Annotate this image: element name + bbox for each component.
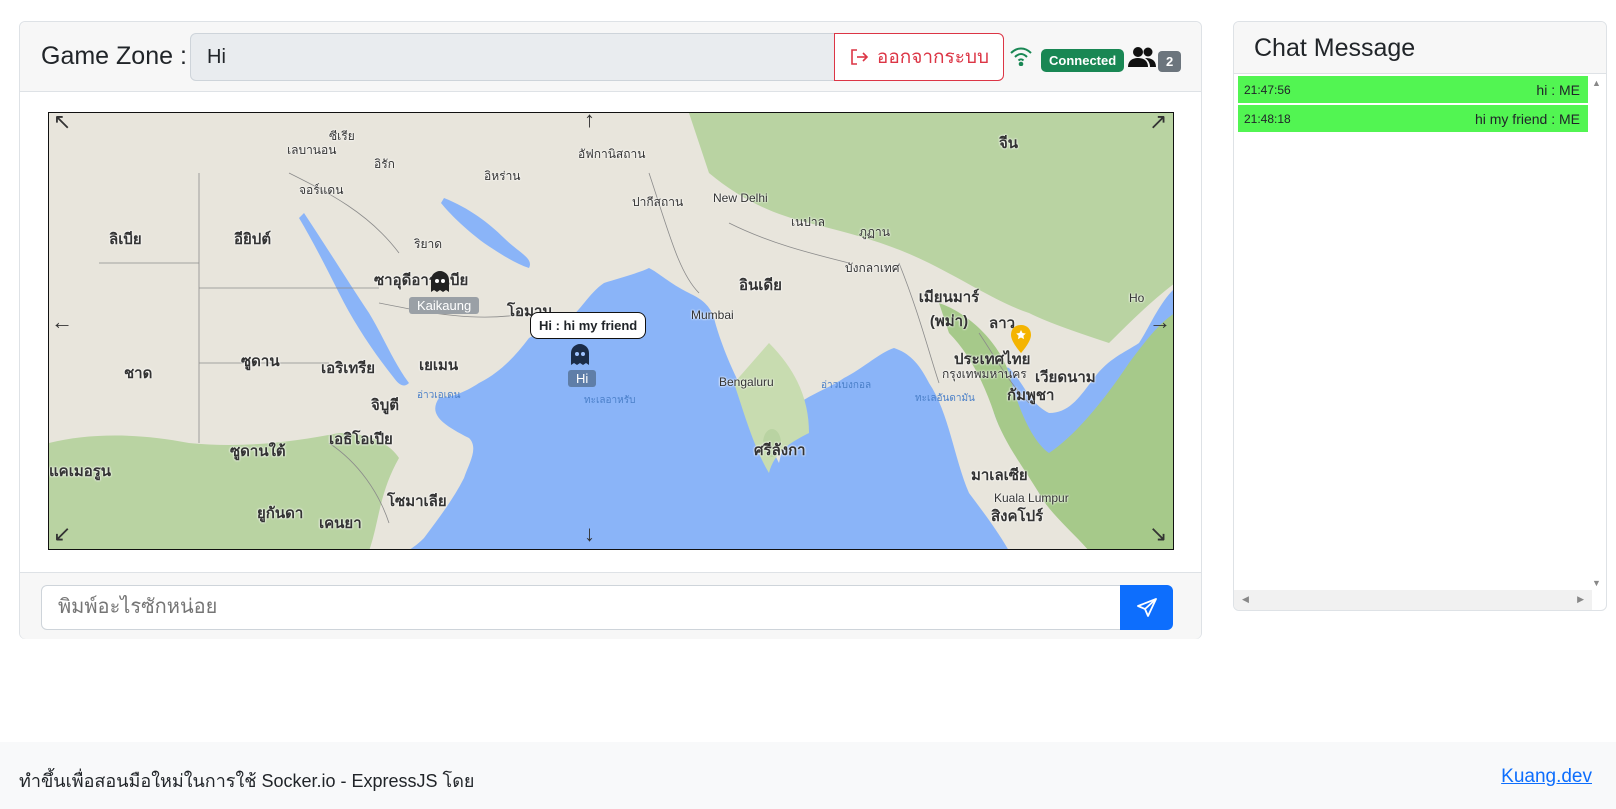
- page-footer: ทำขึ้นเพื่อสอนมือใหม่ในการใช้ Socker.io …: [0, 742, 1616, 809]
- map-label-bangladesh: บังกลาเทศ: [845, 261, 900, 275]
- wifi-icon: [1010, 47, 1032, 66]
- player-tag-self: Hi: [568, 370, 597, 387]
- user-count-badge: 2: [1158, 51, 1182, 72]
- game-card: Game Zone : Hi ออกจากระบบ Connected 2 ซี…: [19, 21, 1202, 639]
- chat-message: 21:48:18 hi my friend : ME: [1238, 105, 1592, 132]
- game-map[interactable]: ซีเรีย เลบานอน อิรัก อิหร่าน อัฟกานิสถาน…: [48, 112, 1174, 550]
- map-label-india: อินเดีย: [739, 277, 782, 294]
- vertical-scrollbar[interactable]: ▲ ▼: [1588, 74, 1606, 592]
- map-label-libya: ลิเบีย: [109, 231, 142, 248]
- map-label-iran: อิหร่าน: [484, 169, 521, 183]
- pan-northwest-arrow[interactable]: ↖: [53, 113, 71, 133]
- pan-southeast-arrow[interactable]: ↘: [1149, 523, 1167, 545]
- game-zone-label: Game Zone :: [41, 42, 187, 70]
- map-label-riyadh: ริยาด: [414, 237, 443, 251]
- pan-east-arrow[interactable]: →: [1149, 311, 1171, 333]
- map-label-djibouti: จิบูตี: [371, 397, 400, 414]
- map-label-new-delhi: New Delhi: [713, 191, 768, 205]
- chat-message-time: 21:47:56: [1244, 82, 1291, 97]
- author-link[interactable]: Kuang.dev: [1501, 766, 1592, 788]
- map-label-bhutan: ภูฏาน: [859, 225, 890, 239]
- scroll-up-arrow[interactable]: ▲: [1592, 78, 1601, 88]
- logout-label: ออกจากระบบ: [876, 47, 990, 68]
- pan-north-arrow[interactable]: ↑: [584, 113, 595, 131]
- map-label-gulf-aden: อ่าวเอเดน: [417, 390, 461, 401]
- footer-text: ทำขึ้นเพื่อสอนมือใหม่ในการใช้ Socker.io …: [19, 771, 475, 791]
- map-label-iraq: อิรัก: [374, 157, 395, 171]
- map-label-andaman: ทะเลอันดามัน: [915, 393, 975, 404]
- chat-message-text: hi : ME: [1536, 81, 1580, 98]
- map-label-cameroon: แคเมอรูน: [49, 463, 112, 480]
- map-label-bay-of-bengal: อ่าวเบงกอล: [821, 380, 872, 391]
- map-label-hong: Ho: [1129, 291, 1145, 305]
- horizontal-scrollbar[interactable]: ◀ ▶: [1234, 590, 1592, 610]
- map-label-jordan: จอร์แดน: [299, 183, 344, 197]
- place-pin-icon[interactable]: [1011, 325, 1031, 353]
- chat-message: 21:47:56 hi : ME: [1238, 76, 1592, 103]
- logout-button[interactable]: ออกจากระบบ: [834, 33, 1004, 81]
- map-label-malaysia: มาเลเซีย: [971, 467, 1028, 484]
- chat-title: Chat Message: [1234, 22, 1606, 74]
- map-label-eritrea: เอริเทรีย: [321, 360, 376, 377]
- map-label-chad: ชาด: [124, 365, 153, 382]
- status-badge: Connected: [1041, 49, 1125, 72]
- ghost-avatar-icon[interactable]: [568, 343, 592, 367]
- map-label-yemen: เยเมน: [419, 357, 459, 374]
- ghost-avatar-icon[interactable]: [428, 270, 452, 294]
- chat-message-time: 21:48:18: [1244, 111, 1291, 126]
- map-label-afghanistan: อัฟกานิสถาน: [578, 147, 646, 161]
- map-label-egypt: อียิปต์: [234, 231, 272, 248]
- game-header: Game Zone : Hi ออกจากระบบ Connected 2: [20, 22, 1201, 92]
- chat-panel: Chat Message 21:47:56 hi : ME 21:48:18 h…: [1233, 21, 1607, 611]
- pan-south-arrow[interactable]: ↓: [584, 523, 595, 545]
- pan-west-arrow[interactable]: ←: [51, 311, 73, 333]
- map-label-bengaluru: Bengaluru: [719, 375, 774, 389]
- map-label-arabian-sea: ทะเลอาหรับ: [584, 395, 636, 406]
- map-label-somalia: โซมาเลีย: [387, 493, 447, 510]
- player-tag-kaikaung: Kaikaung: [409, 297, 480, 314]
- map-label-south-sudan: ซูดานใต้: [230, 443, 286, 460]
- users-icon: [1128, 47, 1156, 67]
- scroll-left-arrow[interactable]: ◀: [1242, 594, 1249, 605]
- player-name-field: Hi: [190, 33, 840, 81]
- map-label-myanmar: เมียนมาร์ (พม่า): [918, 289, 980, 330]
- scroll-right-arrow[interactable]: ▶: [1577, 594, 1584, 605]
- map-label-pakistan: ปากีสถาน: [632, 195, 684, 209]
- message-input[interactable]: [41, 585, 1121, 630]
- map-label-nepal: เนปาล: [791, 215, 826, 229]
- pan-southwest-arrow[interactable]: ↙: [53, 523, 71, 545]
- map-label-china: จีน: [999, 135, 1019, 152]
- map-label-bangkok: กรุงเทพมหานคร: [942, 367, 1027, 381]
- map-label-sudan: ซูดาน: [241, 353, 280, 370]
- scroll-down-arrow[interactable]: ▼: [1592, 578, 1601, 588]
- logout-icon: [851, 49, 869, 65]
- chat-message-list[interactable]: 21:47:56 hi : ME 21:48:18 hi my friend :…: [1234, 74, 1592, 592]
- chat-message-text: hi my friend : ME: [1474, 110, 1580, 127]
- map-label-mumbai: Mumbai: [691, 308, 734, 322]
- map-label-kenya: เคนยา: [319, 515, 362, 532]
- map-label-singapore: สิงคโปร์: [991, 508, 1044, 525]
- map-label-ethiopia: เอธิโอเปีย: [329, 431, 393, 448]
- speech-bubble: Hi : hi my friend: [530, 312, 647, 339]
- map-label-uganda: ยูกันดา: [257, 505, 304, 522]
- map-label-kuala-lumpur: Kuala Lumpur: [994, 491, 1069, 505]
- map-label-lebanon: เลบานอน: [287, 143, 337, 157]
- message-composer: [20, 572, 1201, 639]
- pan-northeast-arrow[interactable]: ↗: [1149, 113, 1167, 133]
- map-label-saudi: ซาอุดีอาระเบีย: [374, 272, 469, 289]
- map-label-cambodia: กัมพูชา: [1007, 387, 1055, 404]
- map-label-sri-lanka: ศรีลังกา: [754, 442, 806, 459]
- send-icon: [1136, 597, 1157, 617]
- send-button[interactable]: [1120, 585, 1173, 630]
